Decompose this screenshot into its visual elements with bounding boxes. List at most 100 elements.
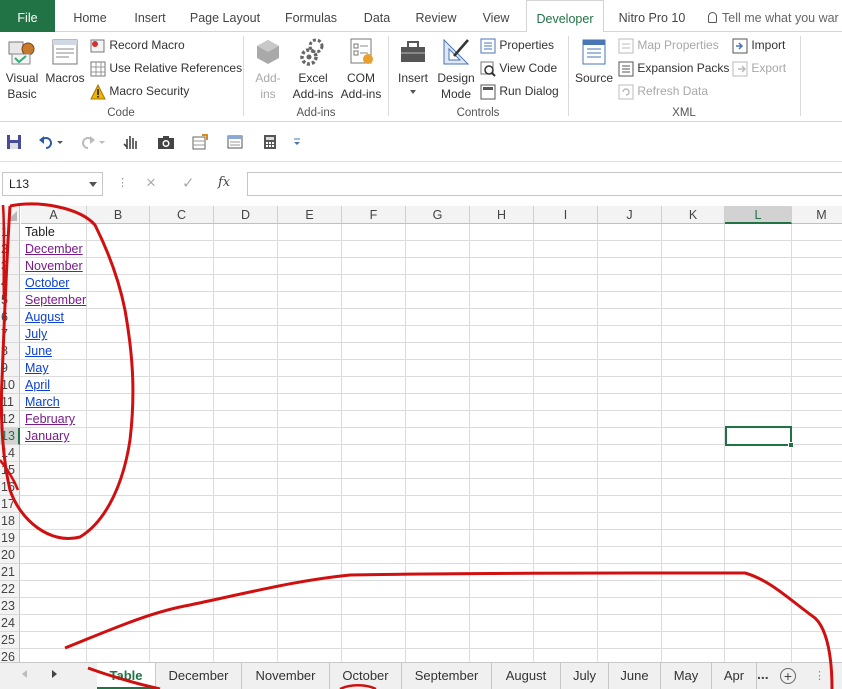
row-header-3[interactable]: 3	[0, 258, 20, 275]
row-header-14[interactable]: 14	[0, 445, 20, 462]
macros-button[interactable]: Macros	[44, 36, 86, 86]
column-header-k[interactable]: K	[662, 206, 725, 224]
row-header-17[interactable]: 17	[0, 496, 20, 513]
hyperlink-september[interactable]: September	[25, 292, 86, 309]
column-header-j[interactable]: J	[598, 206, 662, 224]
more-sheets-ellipsis[interactable]: ...	[757, 666, 769, 682]
tab-data[interactable]: Data	[352, 0, 402, 32]
sheet-tab-apr[interactable]: Apr	[712, 663, 757, 689]
view-code-button[interactable]: View Code	[480, 59, 557, 77]
tab-home[interactable]: Home	[62, 0, 118, 32]
row-header-2[interactable]: 2	[0, 241, 20, 258]
column-header-g[interactable]: G	[406, 206, 470, 224]
column-header-a[interactable]: A	[21, 206, 87, 224]
fill-handle[interactable]	[788, 442, 794, 448]
map-properties-button[interactable]: Map Properties	[618, 36, 719, 54]
tab-file[interactable]: File	[0, 0, 55, 32]
column-header-b[interactable]: B	[87, 206, 150, 224]
worksheet-grid[interactable]: ABCDEFGHIJKLM 1 2 3 4 5 6 7 8 9 10 11 12 13 14 15 16 17 1…	[0, 206, 842, 662]
row-header-4[interactable]: 4	[0, 275, 20, 292]
name-box[interactable]: L13	[2, 172, 103, 196]
tab-developer[interactable]: Developer	[526, 0, 604, 33]
undo-dropdown-icon[interactable]	[56, 134, 64, 150]
column-header-h[interactable]: H	[470, 206, 534, 224]
sheet-tab-august[interactable]: August	[492, 663, 561, 689]
com-add-ins-button[interactable]: COM Add-ins	[338, 36, 384, 102]
use-relative-references-button[interactable]: Use Relative References	[90, 59, 242, 77]
hyperlink-april[interactable]: April	[25, 377, 50, 394]
redo-icon[interactable]	[80, 134, 96, 150]
touch-mode-icon[interactable]	[122, 134, 138, 150]
row-header-8[interactable]: 8	[0, 343, 20, 360]
hyperlink-june[interactable]: June	[25, 343, 52, 360]
sheet-tab-may[interactable]: May	[661, 663, 712, 689]
insert-controls-button[interactable]: Insert	[395, 36, 431, 94]
hyperlink-august[interactable]: August	[25, 309, 64, 326]
tab-insert[interactable]: Insert	[122, 0, 178, 32]
column-header-e[interactable]: E	[278, 206, 342, 224]
save-icon[interactable]	[6, 134, 22, 150]
row-header-23[interactable]: 23	[0, 598, 20, 615]
row-header-26[interactable]: 26	[0, 649, 20, 662]
cancel-icon[interactable]: ×	[146, 173, 156, 193]
redo-dropdown-icon[interactable]	[98, 134, 106, 150]
sheet-tab-table[interactable]: Table	[97, 663, 156, 689]
row-header-22[interactable]: 22	[0, 581, 20, 598]
hyperlink-october[interactable]: October	[25, 275, 69, 292]
window-icon[interactable]	[227, 134, 243, 150]
sheet-tab-december[interactable]: December	[156, 663, 242, 689]
row-header-19[interactable]: 19	[0, 530, 20, 547]
select-all-corner[interactable]	[0, 206, 20, 224]
row-header-25[interactable]: 25	[0, 632, 20, 649]
row-header-11[interactable]: 11	[0, 394, 20, 411]
row-header-12[interactable]: 12	[0, 411, 20, 428]
tab-nitro-pro[interactable]: Nitro Pro 10	[612, 0, 692, 32]
run-dialog-button[interactable]: Run Dialog	[480, 82, 559, 100]
row-header-1[interactable]: 1	[0, 224, 20, 241]
hyperlink-july[interactable]: July	[25, 326, 47, 343]
hyperlink-december[interactable]: December	[25, 241, 83, 258]
source-button[interactable]: Source	[574, 36, 614, 86]
column-header-i[interactable]: I	[534, 206, 598, 224]
import-button[interactable]: Import	[732, 36, 785, 54]
row-header-10[interactable]: 10	[0, 377, 20, 394]
tell-me-box[interactable]: Tell me what you war	[708, 0, 842, 32]
more-options-icon[interactable]: ⋮	[117, 176, 128, 189]
column-header-m[interactable]: M	[792, 206, 842, 224]
camera-icon[interactable]	[157, 134, 175, 150]
row-header-20[interactable]: 20	[0, 547, 20, 564]
column-header-f[interactable]: F	[342, 206, 406, 224]
hyperlink-march[interactable]: March	[25, 394, 60, 411]
sheet-tab-july[interactable]: July	[561, 663, 609, 689]
add-sheet-icon[interactable]: +	[780, 668, 796, 684]
row-header-6[interactable]: 6	[0, 309, 20, 326]
column-header-c[interactable]: C	[150, 206, 214, 224]
visual-basic-button[interactable]: Visual Basic	[2, 36, 42, 102]
hyperlink-november[interactable]: November	[25, 258, 83, 275]
row-header-16[interactable]: 16	[0, 479, 20, 496]
record-macro-button[interactable]: Record Macro	[90, 36, 185, 54]
excel-add-ins-button[interactable]: Excel Add-ins	[290, 36, 336, 102]
hyperlink-january[interactable]: January	[25, 428, 69, 445]
row-header-24[interactable]: 24	[0, 615, 20, 632]
customize-qat-icon[interactable]	[292, 134, 302, 150]
macro-security-button[interactable]: Macro Security	[90, 82, 189, 100]
refresh-data-button[interactable]: Refresh Data	[618, 82, 708, 100]
row-header-13[interactable]: 13	[0, 428, 20, 445]
row-header-18[interactable]: 18	[0, 513, 20, 530]
scroll-right-icon[interactable]	[52, 670, 57, 678]
expansion-packs-button[interactable]: Expansion Packs	[618, 59, 729, 77]
tab-formulas[interactable]: Formulas	[276, 0, 346, 32]
sheet-tab-september[interactable]: September	[402, 663, 492, 689]
formula-input[interactable]	[247, 172, 842, 196]
form-icon[interactable]	[192, 134, 208, 150]
row-header-7[interactable]: 7	[0, 326, 20, 343]
scroll-left-icon[interactable]	[22, 670, 27, 678]
hyperlink-may[interactable]: May	[25, 360, 49, 377]
enter-icon[interactable]: ✓	[182, 174, 195, 192]
tab-review[interactable]: Review	[408, 0, 464, 32]
active-cell-selection[interactable]	[725, 426, 794, 448]
tab-view[interactable]: View	[470, 0, 522, 32]
undo-icon[interactable]	[38, 134, 54, 150]
properties-button[interactable]: Properties	[480, 36, 554, 54]
